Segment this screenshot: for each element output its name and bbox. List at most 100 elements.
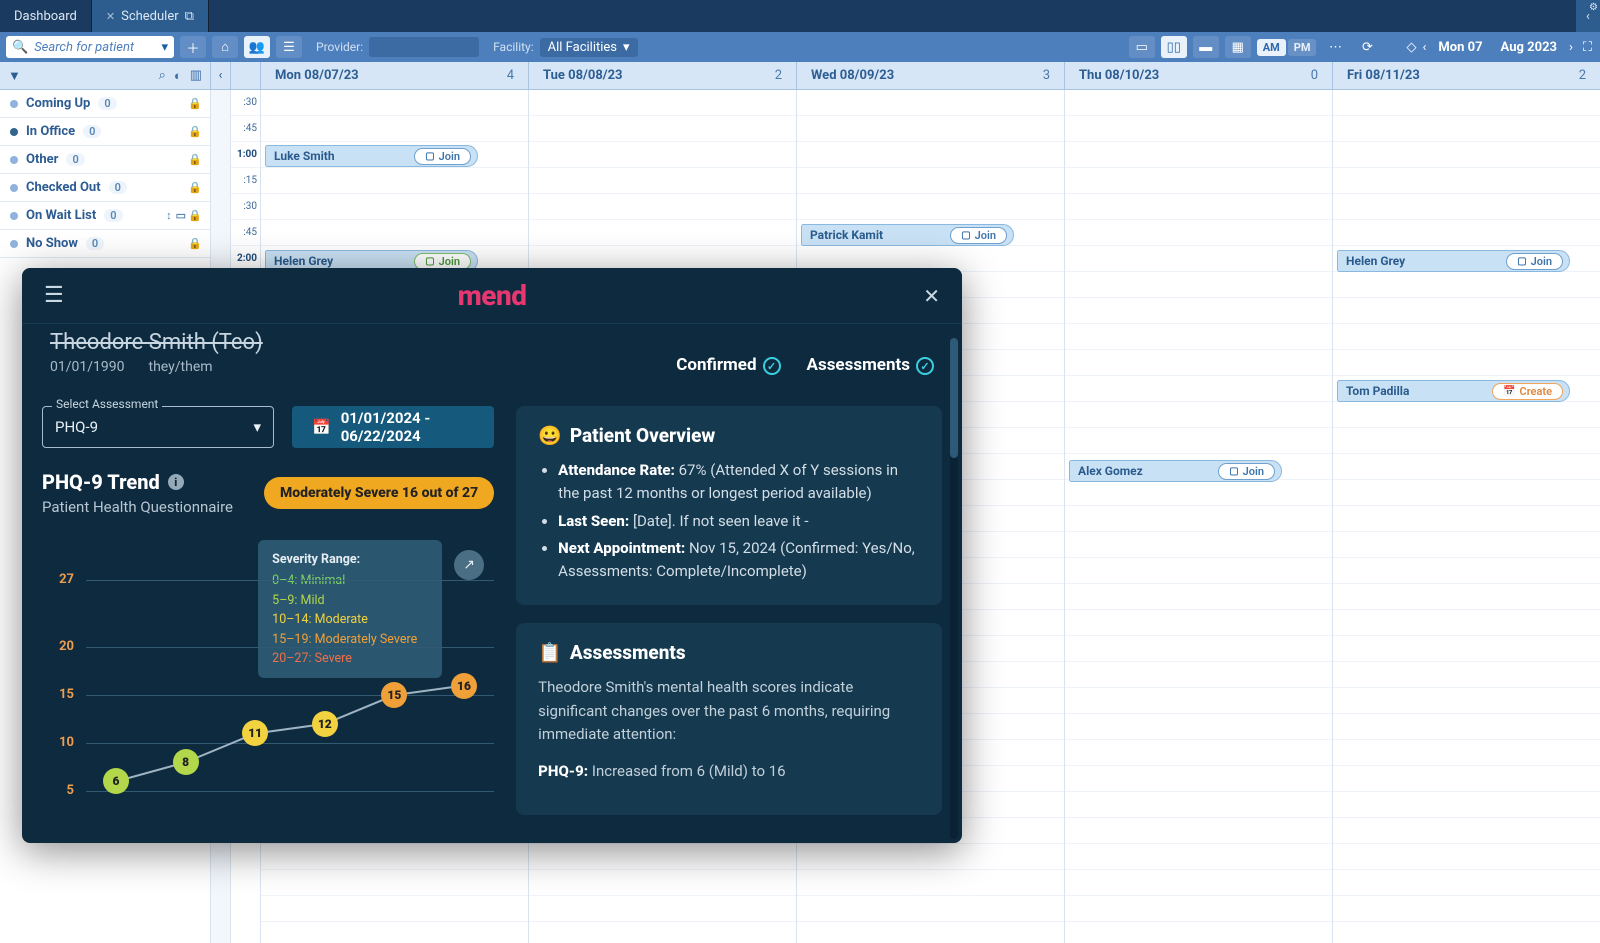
sidebar-item-in-office[interactable]: In Office0🔒 [0,118,210,146]
collapse-sidebar-button[interactable]: ‹ [211,62,231,89]
provider-select[interactable] [369,37,479,57]
card-icon[interactable]: ▭ [176,209,186,222]
chart-point[interactable]: 12 [312,711,338,737]
add-button[interactable]: ＋ [180,36,206,58]
sidebar-item-label: On Wait List [26,208,96,223]
menu-icon[interactable]: ☰ [44,283,64,308]
time-label: 1:00 [231,142,260,168]
join-button[interactable]: ▢Join [1506,253,1563,270]
assessment-select[interactable]: Select Assessment PHQ-9 ▾ [42,406,274,448]
ampm-toggle[interactable]: AM PM [1257,39,1317,56]
chart-point[interactable]: 8 [173,749,199,775]
expand-icon[interactable]: ⛶ [1583,40,1592,55]
day-header[interactable]: Fri 08/11/232 [1333,62,1600,89]
lock-icon: 🔒 [188,209,202,222]
columns-icon[interactable]: ▥ [190,68,202,84]
panel-title: Patient Overview [570,424,715,447]
chart-point[interactable]: 15 [381,682,407,708]
prev-icon[interactable]: ‹ [1422,40,1426,55]
status-confirmed: Confirmed✓ [676,355,780,376]
scroll-right-icon[interactable]: ‹⚙ [1576,0,1600,32]
join-label: Join [439,150,460,163]
scrollbar-thumb[interactable] [950,338,958,458]
more-button[interactable]: ⋯ [1322,36,1348,58]
am-button[interactable]: AM [1257,39,1286,56]
view-day-button[interactable]: ▭ [1129,36,1155,58]
chart-point[interactable]: 16 [451,673,477,699]
day-header[interactable]: Mon 08/07/234 [261,62,529,89]
join-button[interactable]: ▢Join [414,148,471,165]
funnel-icon[interactable]: ▼ [8,68,21,84]
date-month[interactable]: Aug 2023 [1501,40,1557,55]
facility-select[interactable]: All Facilities ▾ [540,38,638,57]
chart-point[interactable]: 6 [103,768,129,794]
day-column-thu[interactable]: Alex Gomez ▢Join [1065,90,1333,943]
close-icon[interactable]: ✕ [923,284,940,308]
appointment[interactable]: Patrick Kamit ▢Join [801,224,1014,246]
join-button[interactable]: ▢Join [1218,463,1275,480]
time-label: :15 [231,168,260,194]
severity-legend: Severity Range: 0–4: Minimal 5–9: Mild 1… [258,540,442,678]
view-month-button[interactable]: ▦ [1225,36,1251,58]
sort-icon[interactable]: ◐ [174,68,182,84]
appointment[interactable]: Luke Smith ▢Join [265,145,478,167]
today-icon[interactable]: ◇ [1406,40,1416,55]
video-icon: ▢ [425,256,434,267]
filter-icon[interactable]: ▾ [161,40,168,55]
day-header[interactable]: Wed 08/09/233 [797,62,1065,89]
search-icon: 🔍 [12,40,28,55]
pm-button[interactable]: PM [1288,39,1317,56]
providers-button[interactable]: 👥 [244,36,270,58]
patient-pronouns: they/them [149,359,213,375]
sidebar-item-checked-out[interactable]: Checked Out0🔒 [0,174,210,202]
close-icon[interactable]: ✕ [106,10,115,23]
calendar-icon: 📅 [1503,386,1515,397]
overview-attendance: Attendance Rate: 67% (Attended X of Y se… [558,459,920,506]
time-label: :30 [231,194,260,220]
patient-modal: ☰ mend ✕ Theodore Smith (Teo) 01/01/1990… [22,268,962,843]
appt-name: Patrick Kamit [810,228,883,242]
list-button[interactable]: ☰ [276,36,302,58]
time-label: :45 [231,116,260,142]
sidebar-item-coming-up[interactable]: Coming Up0🔒 [0,90,210,118]
refresh-button[interactable]: ⟳ [1354,36,1380,58]
next-icon[interactable]: › [1569,40,1573,55]
day-column-fri[interactable]: Helen Grey ▢Join Tom Padilla 📅Create [1333,90,1600,943]
legend-item: 5–9: Mild [272,591,428,610]
y-tick-label: 15 [42,687,82,702]
legend-title: Severity Range: [272,550,428,569]
day-header[interactable]: Tue 08/08/232 [529,62,797,89]
create-button[interactable]: 📅Create [1492,383,1563,400]
date-day[interactable]: Mon 07 [1438,40,1482,55]
search-input[interactable]: 🔍 Search for patient ▾ [6,36,174,58]
info-icon[interactable]: i [168,474,184,490]
status-label: Assessments [807,355,910,375]
assessments-panel: 📋Assessments Theodore Smith's mental hea… [516,623,942,815]
day-label: Wed 08/09/23 [811,68,894,83]
view-week-button[interactable]: ▯▯ [1161,36,1187,58]
day-header[interactable]: Thu 08/10/230 [1065,62,1333,89]
sidebar-item-other[interactable]: Other0🔒 [0,146,210,174]
appointment[interactable]: Tom Padilla 📅Create [1337,380,1570,402]
search-small-icon[interactable]: ⌕ [159,68,166,84]
home-button[interactable]: ⌂ [212,36,238,58]
popout-icon[interactable]: ⧉ [185,9,194,24]
join-button[interactable]: ▢Join [414,253,471,270]
time-label: :30 [231,90,260,116]
sidebar-item-count: 0 [83,125,101,138]
tab-scheduler[interactable]: ✕ Scheduler ⧉ [92,0,209,32]
appointment[interactable]: Helen Grey ▢Join [1337,250,1570,272]
status-label: Confirmed [676,355,756,375]
join-button[interactable]: ▢Join [950,227,1007,244]
sidebar-item-no-show[interactable]: No Show0🔒 [0,230,210,258]
trend-title-text: PHQ-9 Trend [42,470,160,494]
share-button[interactable]: ↗ [454,550,484,580]
swap-icon[interactable]: ↕ [166,209,172,222]
tab-dashboard[interactable]: Dashboard [0,0,92,32]
appointment[interactable]: Alex Gomez ▢Join [1069,460,1282,482]
date-range-button[interactable]: 📅 01/01/2024 - 06/22/2024 [292,406,494,448]
modal-scrollbar[interactable] [950,338,958,839]
chart-point[interactable]: 11 [242,720,268,746]
sidebar-item-wait-list[interactable]: On Wait List0↕▭🔒 [0,202,210,230]
view-compact-button[interactable]: ▬ [1193,36,1219,58]
